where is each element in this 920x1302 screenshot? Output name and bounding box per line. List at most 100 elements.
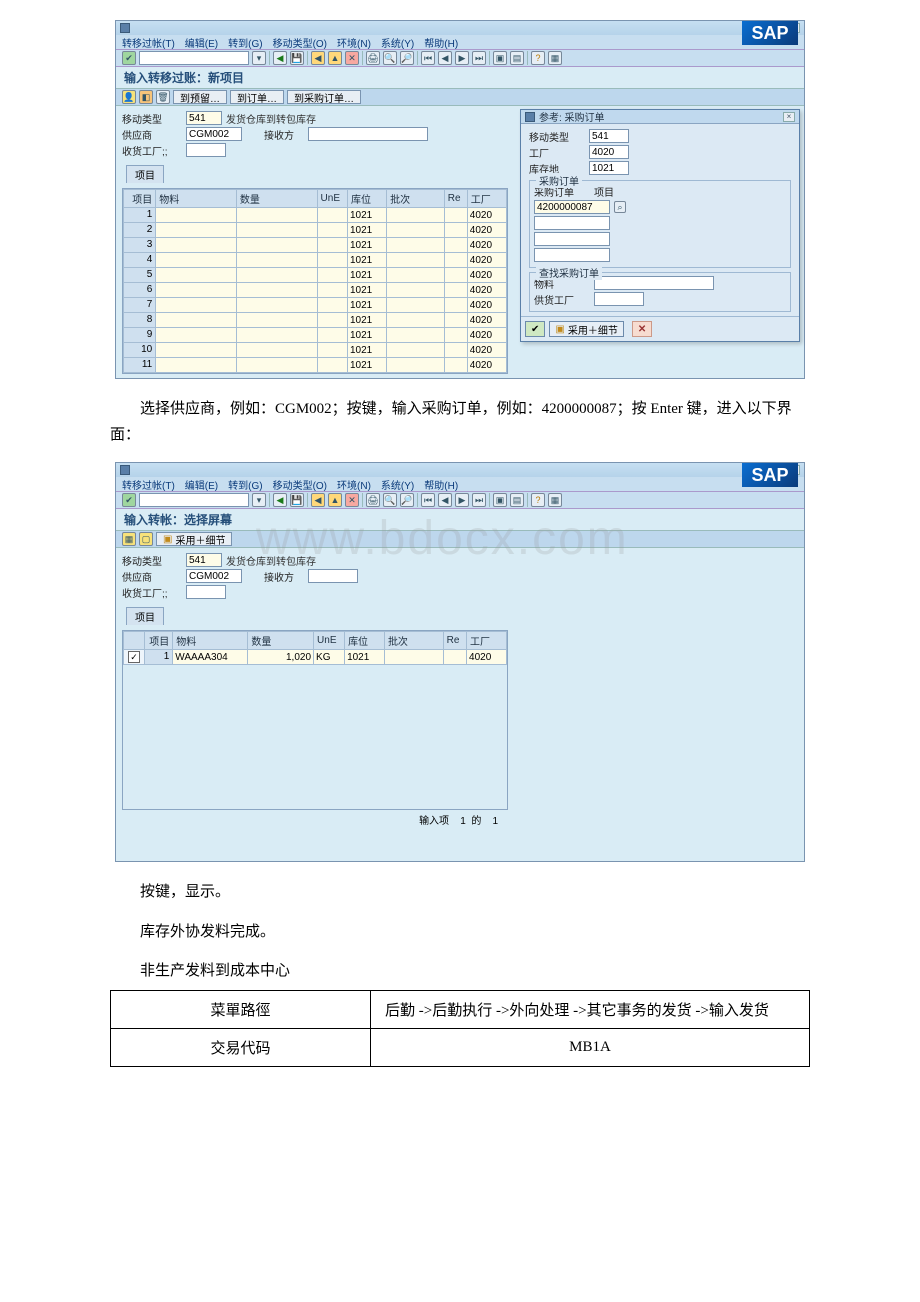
material-cell[interactable]: [156, 358, 236, 372]
layout-icon[interactable]: ▦: [548, 493, 562, 507]
une-cell[interactable]: [318, 238, 347, 252]
material-cell[interactable]: [156, 328, 236, 342]
back-icon[interactable]: ◀: [273, 51, 287, 65]
receiving-plant-input[interactable]: [186, 143, 226, 157]
tcode-input[interactable]: [139, 493, 249, 507]
menu-item[interactable]: 帮助(H): [424, 477, 458, 492]
plant-cell[interactable]: [468, 298, 506, 312]
re-cell[interactable]: [444, 650, 466, 664]
material-cell[interactable]: [156, 268, 236, 282]
dropdown-icon[interactable]: ▾: [252, 51, 266, 65]
plant-cell[interactable]: [468, 268, 506, 282]
sloc-cell[interactable]: [348, 208, 386, 222]
material-cell[interactable]: [156, 283, 236, 297]
items-tab[interactable]: 项目: [126, 165, 164, 183]
re-cell[interactable]: [445, 283, 467, 297]
sloc-cell[interactable]: [348, 238, 386, 252]
plant-cell[interactable]: [468, 223, 506, 237]
popup-supply-plant-input[interactable]: [594, 292, 644, 306]
shortcut-icon[interactable]: ▤: [510, 51, 524, 65]
find-icon[interactable]: 🔍: [383, 493, 397, 507]
re-cell[interactable]: [445, 268, 467, 282]
material-cell[interactable]: [173, 650, 247, 664]
new-session-icon[interactable]: ▣: [493, 493, 507, 507]
sloc-cell[interactable]: [348, 343, 386, 357]
re-cell[interactable]: [445, 253, 467, 267]
menu-item[interactable]: 帮助(H): [424, 35, 458, 50]
first-page-icon[interactable]: ⏮: [421, 493, 435, 507]
plant-cell[interactable]: [468, 328, 506, 342]
find-icon[interactable]: 🔍: [383, 51, 397, 65]
re-cell[interactable]: [445, 223, 467, 237]
save-icon[interactable]: 💾: [290, 493, 304, 507]
menu-item[interactable]: 移动类型(O): [273, 477, 327, 492]
une-cell[interactable]: [318, 223, 347, 237]
last-page-icon[interactable]: ⏭: [472, 493, 486, 507]
re-cell[interactable]: [445, 328, 467, 342]
table-row[interactable]: 1: [124, 208, 507, 223]
next-page-icon[interactable]: ▶: [455, 51, 469, 65]
une-cell[interactable]: [318, 298, 347, 312]
une-cell[interactable]: [318, 208, 347, 222]
batch-cell[interactable]: [387, 298, 444, 312]
print-icon[interactable]: 🖨: [366, 51, 380, 65]
menu-item[interactable]: 环境(N): [337, 477, 371, 492]
table-row[interactable]: 11: [124, 358, 507, 373]
qty-cell[interactable]: [237, 253, 317, 267]
tcode-input[interactable]: [139, 51, 249, 65]
re-cell[interactable]: [445, 208, 467, 222]
batch-cell[interactable]: [387, 268, 444, 282]
layout-icon[interactable]: ▦: [548, 51, 562, 65]
prev-page-icon[interactable]: ◀: [438, 51, 452, 65]
material-cell[interactable]: [156, 223, 236, 237]
plant-cell[interactable]: [468, 208, 506, 222]
batch-cell[interactable]: [387, 343, 444, 357]
material-cell[interactable]: [156, 253, 236, 267]
plant-cell[interactable]: [467, 650, 506, 664]
popup-adopt-details-button[interactable]: ▣采用＋细节: [549, 321, 623, 337]
find-next-icon[interactable]: 🔎: [400, 493, 414, 507]
recipient-input[interactable]: [308, 569, 358, 583]
table-row[interactable]: 7: [124, 298, 507, 313]
qty-cell[interactable]: [237, 328, 317, 342]
find-next-icon[interactable]: 🔎: [400, 51, 414, 65]
search-help-icon[interactable]: ⌕: [614, 201, 626, 213]
qty-cell[interactable]: [237, 283, 317, 297]
plant-cell[interactable]: [468, 283, 506, 297]
ok-icon[interactable]: ✔: [122, 51, 136, 65]
shortcut-icon[interactable]: ▤: [510, 493, 524, 507]
menu-item[interactable]: 编辑(E): [185, 35, 218, 50]
nav-exit-icon[interactable]: ▲: [328, 493, 342, 507]
back-icon[interactable]: ◀: [273, 493, 287, 507]
save-icon[interactable]: 💾: [290, 51, 304, 65]
sloc-cell[interactable]: [348, 268, 386, 282]
receiving-plant-input[interactable]: [186, 585, 226, 599]
last-page-icon[interactable]: ⏭: [472, 51, 486, 65]
select-all-icon[interactable]: ▦: [122, 532, 136, 546]
delete-icon[interactable]: 🗑: [156, 90, 170, 104]
ok-icon[interactable]: ✔: [122, 493, 136, 507]
qty-cell[interactable]: [237, 208, 317, 222]
menu-item[interactable]: 编辑(E): [185, 477, 218, 492]
re-cell[interactable]: [445, 313, 467, 327]
menu-item[interactable]: 转到(G): [228, 35, 262, 50]
vendor-input[interactable]: [186, 127, 242, 141]
batch-cell[interactable]: [387, 328, 444, 342]
material-cell[interactable]: [156, 208, 236, 222]
qty-cell[interactable]: [237, 343, 317, 357]
nav-exit-icon[interactable]: ▲: [328, 51, 342, 65]
une-cell[interactable]: [318, 328, 347, 342]
help-icon[interactable]: ?: [531, 51, 545, 65]
une-cell[interactable]: [314, 650, 344, 664]
plant-cell[interactable]: [468, 343, 506, 357]
first-page-icon[interactable]: ⏮: [421, 51, 435, 65]
re-cell[interactable]: [445, 343, 467, 357]
popup-material-input[interactable]: [594, 276, 714, 290]
new-session-icon[interactable]: ▣: [493, 51, 507, 65]
table-row[interactable]: 8: [124, 313, 507, 328]
plant-cell[interactable]: [468, 238, 506, 252]
qty-cell[interactable]: [237, 358, 317, 372]
batch-cell[interactable]: [385, 650, 443, 664]
qty-cell[interactable]: [237, 268, 317, 282]
recipient-input[interactable]: [308, 127, 428, 141]
